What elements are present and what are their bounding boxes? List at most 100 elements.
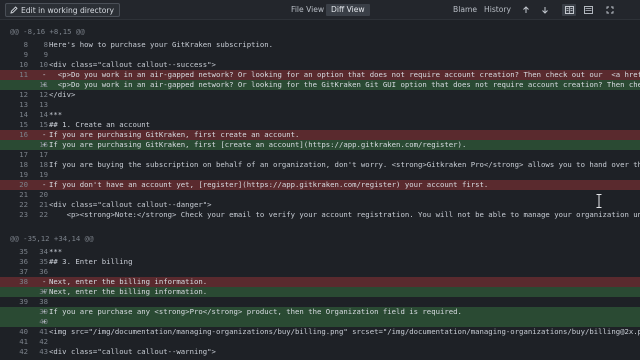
new-line-number: 10 — [39, 60, 48, 69]
context-line[interactable]: 99 — [0, 50, 640, 60]
added-line[interactable]: 11 + <p>Do you work in an air-gapped netw… — [0, 80, 640, 90]
diff-toolbar: Edit in working directory File View Diff… — [0, 0, 640, 20]
code-text: <p>Do you work in an air-gapped network?… — [49, 70, 640, 79]
old-line-number: 13 — [19, 100, 28, 109]
old-line-number: 39 — [19, 297, 28, 306]
old-line-number: 12 — [19, 90, 28, 99]
code-text: <div class="callout callout--warning"> — [49, 347, 216, 356]
old-line-number: 18 — [19, 160, 28, 169]
new-line-number: 34 — [39, 247, 48, 256]
old-line-number: 40 — [19, 327, 28, 336]
context-line[interactable]: 36 35 ## 3. Enter billing — [0, 257, 640, 267]
context-line[interactable]: 35 34 *** — [0, 247, 640, 257]
diff-marker: - — [42, 277, 47, 286]
old-line-number: 23 — [19, 210, 28, 219]
code-text: <p><strong>Note:</strong> Check your ema… — [49, 210, 640, 219]
new-line-number: 17 — [39, 150, 48, 159]
diff-content[interactable]: @@ -8,16 +8,15 @@ 8 8 Here's how to purchas… — [0, 27, 640, 360]
diff-marker: + — [42, 287, 47, 296]
context-line[interactable]: 15 15 ## 1. Create an account — [0, 120, 640, 130]
context-line[interactable]: 12 12 </div> — [0, 90, 640, 100]
old-line-number: 35 — [19, 247, 28, 256]
added-line[interactable]: 37 + Next, enter the billing information. — [0, 287, 640, 297]
context-line[interactable]: 22 21 <div class="callout callout--danger"… — [0, 200, 640, 210]
code-text: If you are purchase any <strong>Pro</str… — [49, 307, 462, 316]
context-line[interactable]: 39 38 — [0, 297, 640, 307]
hunk-header-text: @@ -8,16 +8,15 @@ — [10, 27, 85, 36]
code-text: ## 1. Create an account — [49, 120, 151, 129]
code-text: Next, enter the billing information. — [49, 287, 208, 296]
diff-marker: + — [42, 80, 47, 89]
context-line[interactable]: 23 22 <p><strong>Note:</strong> Check you… — [0, 210, 640, 220]
code-text: <p>Do you work in an air-gapped network?… — [49, 80, 640, 89]
old-line-number: 37 — [19, 267, 28, 276]
code-text: <div class="callout callout--danger"> — [49, 200, 212, 209]
context-line[interactable]: 37 36 — [0, 267, 640, 277]
old-line-number: 16 — [19, 130, 28, 139]
mouse-text-cursor-icon — [596, 193, 602, 208]
tab-file-view[interactable]: File View — [286, 4, 329, 16]
added-line[interactable]: 16 + If you are purchasing GitKraken, firs… — [0, 140, 640, 150]
old-line-number: 19 — [19, 170, 28, 179]
context-line[interactable]: 17 17 — [0, 150, 640, 160]
added-line[interactable]: 39 + If you are purchase any <strong>Pro</… — [0, 307, 640, 317]
old-line-number: 22 — [19, 200, 28, 209]
old-line-number: 36 — [19, 257, 28, 266]
code-text: *** — [49, 247, 63, 256]
context-line[interactable]: 8 8 Here's how to purchase your GitKraken … — [0, 40, 640, 50]
context-line[interactable]: 42 43 <div class="callout callout--warning… — [0, 347, 640, 357]
inline-view-icon[interactable] — [581, 4, 595, 16]
diff-marker: + — [42, 140, 47, 149]
arrow-down-icon[interactable] — [538, 4, 552, 16]
code-text: </div> — [49, 90, 76, 99]
history-button[interactable]: History — [484, 4, 511, 16]
new-line-number: 38 — [39, 297, 48, 306]
new-line-number: 42 — [39, 337, 48, 346]
hunk-header: @@ -35,12 +34,14 @@ — [0, 234, 640, 244]
old-line-number: 15 — [19, 120, 28, 129]
code-text: If you don't have an account yet, [regis… — [49, 180, 489, 189]
new-line-number: 21 — [39, 200, 48, 209]
code-text: If you are purchasing GitKraken, first [… — [49, 140, 467, 149]
fullscreen-icon[interactable] — [603, 4, 617, 16]
new-line-number: 12 — [39, 90, 48, 99]
added-line[interactable]: 40 + — [0, 317, 640, 327]
code-text: <img src="/img/documentation/managing-or… — [49, 327, 640, 336]
blame-button[interactable]: Blame — [453, 4, 477, 16]
context-line[interactable]: 14 14 *** — [0, 110, 640, 120]
new-line-number: 41 — [39, 327, 48, 336]
arrow-up-icon[interactable] — [519, 4, 533, 16]
new-line-number: 20 — [39, 190, 48, 199]
old-line-number: 8 — [23, 40, 28, 49]
new-line-number: 35 — [39, 257, 48, 266]
split-view-icon[interactable] — [562, 4, 576, 16]
code-text: If you are buying the subscription on be… — [49, 160, 640, 169]
context-line[interactable]: 41 42 — [0, 337, 640, 347]
old-line-number: 38 — [19, 277, 28, 286]
deleted-line[interactable]: 20 - If you don't have an account yet, [re… — [0, 180, 640, 190]
deleted-line[interactable]: 11 - <p>Do you work in an air-gapped netw… — [0, 70, 640, 80]
code-text: If you are purchasing GitKraken, first c… — [49, 130, 300, 139]
context-line[interactable]: 40 41 <img src="/img/documentation/managin… — [0, 327, 640, 337]
pencil-icon — [10, 6, 18, 14]
code-text: ## 3. Enter billing — [49, 257, 133, 266]
deleted-line[interactable]: 38 - Next, enter the billing information. — [0, 277, 640, 287]
edit-in-working-directory-button[interactable]: Edit in working directory — [5, 3, 120, 17]
context-line[interactable]: 10 10 <div class="callout callout--success… — [0, 60, 640, 70]
tab-diff-view[interactable]: Diff View — [326, 4, 370, 16]
new-line-number: 19 — [39, 170, 48, 179]
old-line-number: 17 — [19, 150, 28, 159]
new-line-number: 14 — [39, 110, 48, 119]
diff-marker: - — [42, 180, 47, 189]
old-line-number: 20 — [19, 180, 28, 189]
context-line[interactable]: 19 19 — [0, 170, 640, 180]
diff-marker: - — [42, 70, 47, 79]
old-line-number: 42 — [19, 347, 28, 356]
context-line[interactable]: 21 20 — [0, 190, 640, 200]
diff-marker: - — [42, 130, 47, 139]
deleted-line[interactable]: 16 - If you are purchasing GitKraken, firs… — [0, 130, 640, 140]
code-text: *** — [49, 110, 63, 119]
context-line[interactable]: 13 13 — [0, 100, 640, 110]
context-line[interactable]: 18 18 If you are buying the subscription o… — [0, 160, 640, 170]
code-text: Here's how to purchase your GitKraken su… — [49, 40, 274, 49]
